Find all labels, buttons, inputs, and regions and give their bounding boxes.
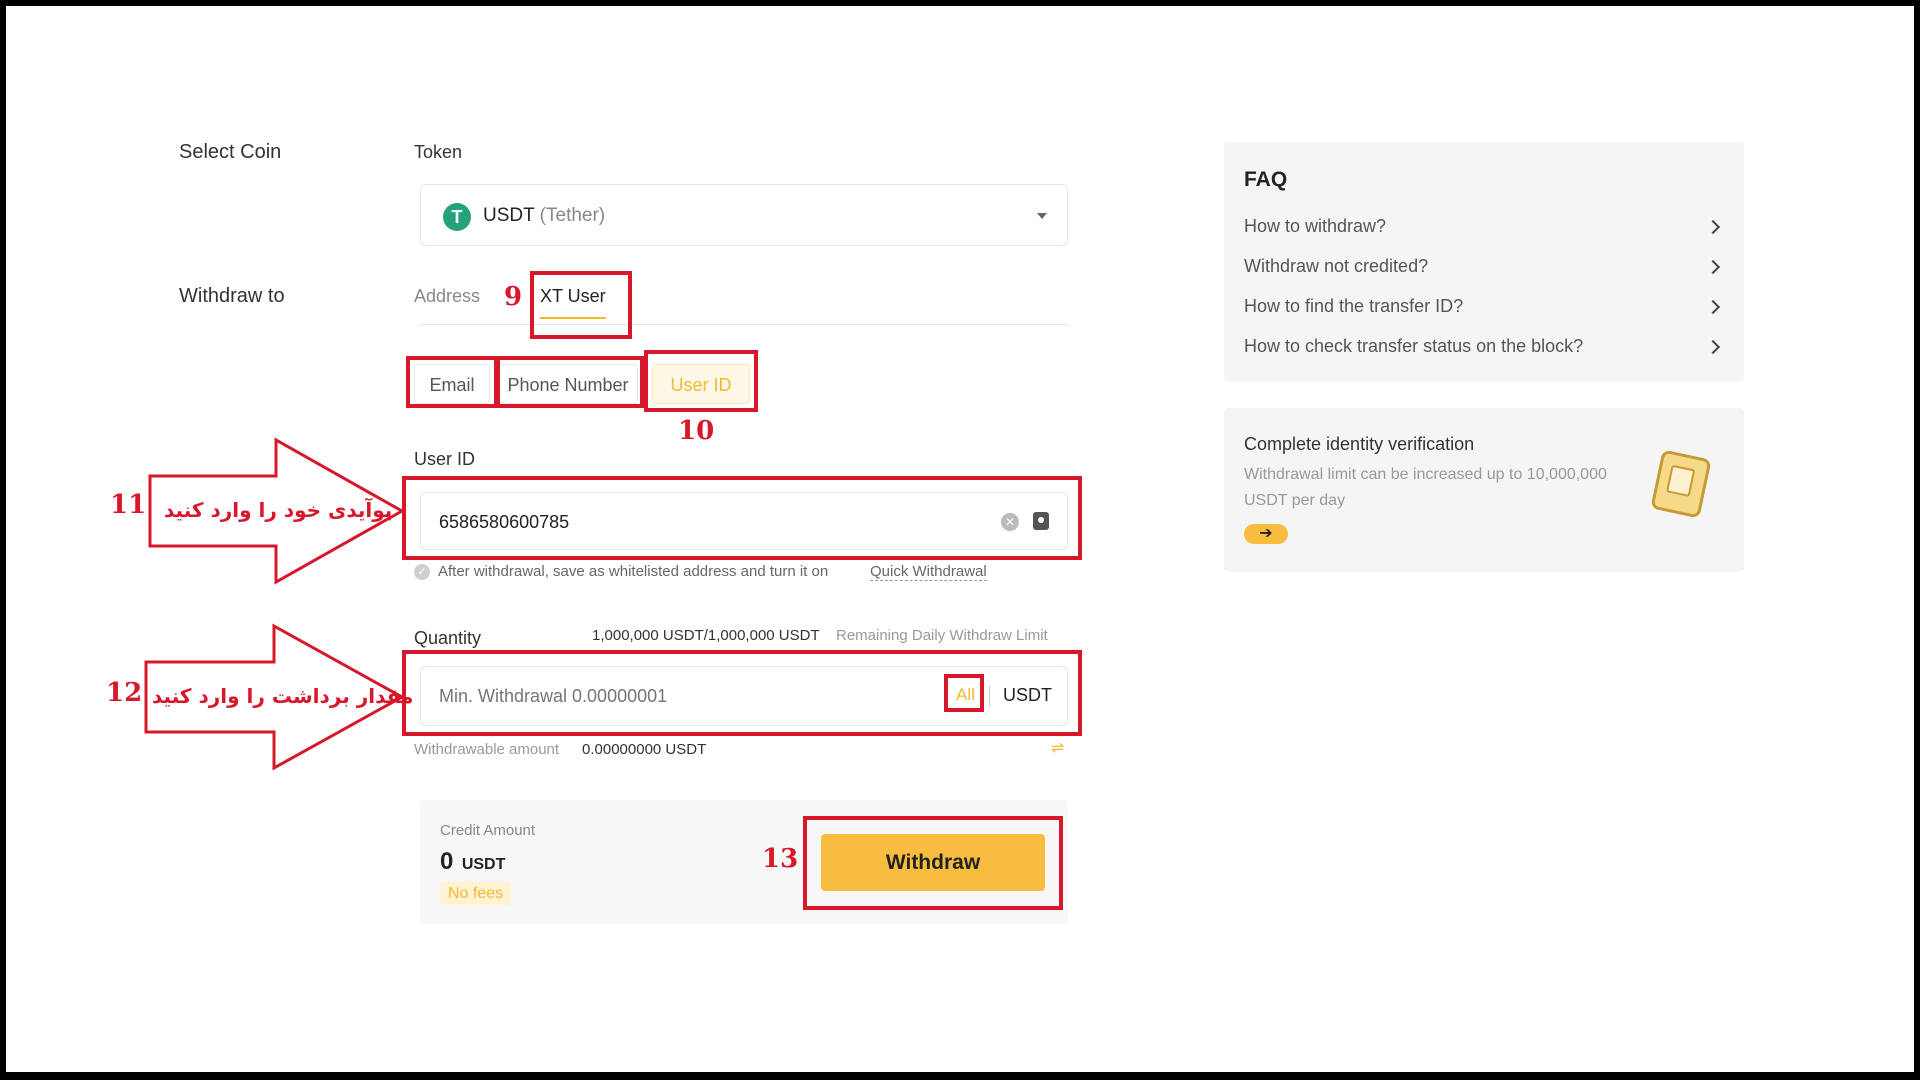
screenshot-frame: Select Coin Token T USDT (Tether) Withdr… bbox=[6, 6, 1914, 1072]
faq-item[interactable]: How to check transfer status on the bloc… bbox=[1244, 332, 1724, 362]
kyc-desc-line1: Withdrawal limit can be increased up to … bbox=[1244, 466, 1607, 483]
withdraw-to-label: Withdraw to bbox=[179, 285, 285, 307]
faq-item-label: How to find the transfer ID? bbox=[1244, 296, 1464, 316]
chevron-down-icon bbox=[1037, 213, 1047, 219]
daily-limit-value: 1,000,000 USDT/1,000,000 USDT bbox=[592, 627, 820, 644]
user-id-label: User ID bbox=[414, 449, 476, 469]
arrow-right-icon[interactable]: ➔ bbox=[1244, 524, 1288, 544]
chevron-right-icon bbox=[1705, 339, 1721, 355]
token-select[interactable]: T USDT (Tether) bbox=[420, 184, 1068, 246]
credit-amount-unit: USDT bbox=[461, 856, 506, 873]
annotation-box-user-id bbox=[644, 350, 758, 412]
swap-icon[interactable]: ⇌ bbox=[1051, 738, 1064, 758]
chevron-right-icon bbox=[1705, 219, 1721, 235]
faq-item[interactable]: How to withdraw? bbox=[1244, 212, 1724, 242]
annotation-box-xt-user bbox=[530, 271, 632, 339]
check-icon[interactable]: ✓ bbox=[414, 564, 430, 580]
annotation-number-10: 10 bbox=[678, 416, 715, 446]
annotation-box-email bbox=[406, 356, 498, 408]
faq-item-label: How to check transfer status on the bloc… bbox=[1244, 336, 1584, 356]
annotation-number-12: 12 bbox=[106, 678, 143, 708]
whitelist-text: After withdrawal, save as whitelisted ad… bbox=[438, 563, 829, 580]
faq-item[interactable]: How to find the transfer ID? bbox=[1244, 292, 1724, 322]
kyc-desc-line2: USDT per day bbox=[1244, 492, 1346, 509]
tab-address[interactable]: Address bbox=[414, 286, 480, 307]
select-coin-label: Select Coin bbox=[179, 141, 282, 163]
faq-panel: FAQ How to withdraw? Withdraw not credit… bbox=[1224, 142, 1744, 382]
identity-verification-panel: Complete identity verification Withdrawa… bbox=[1224, 408, 1744, 572]
annotation-box-withdraw bbox=[803, 816, 1063, 910]
token-fullname: (Tether) bbox=[539, 205, 606, 226]
annotation-box-user-id-input bbox=[402, 476, 1082, 560]
quantity-label: Quantity bbox=[414, 628, 482, 648]
credit-amount: 0 USDT bbox=[440, 848, 505, 876]
quick-withdrawal-link[interactable]: Quick Withdrawal bbox=[870, 563, 987, 581]
faq-item-label: How to withdraw? bbox=[1244, 216, 1387, 236]
tabs-divider bbox=[420, 324, 1068, 325]
credit-amount-label: Credit Amount bbox=[440, 822, 536, 839]
chevron-right-icon bbox=[1705, 259, 1721, 275]
phone-verification-icon bbox=[1650, 449, 1712, 519]
kyc-title: Complete identity verification bbox=[1244, 434, 1475, 454]
credit-amount-value: 0 bbox=[440, 848, 454, 875]
faq-item-label: Withdraw not credited? bbox=[1244, 256, 1429, 276]
annotation-number-13: 13 bbox=[762, 844, 799, 874]
annotation-arrow-11-text: یوآیدی خود را وارد کنید bbox=[164, 498, 393, 522]
chevron-right-icon bbox=[1705, 299, 1721, 315]
token-symbol: USDT bbox=[483, 205, 535, 226]
no-fees-badge: No fees bbox=[440, 882, 512, 906]
annotation-number-9: 9 bbox=[504, 282, 523, 312]
faq-title: FAQ bbox=[1244, 168, 1288, 191]
tether-icon: T bbox=[443, 203, 471, 231]
withdrawable-value: 0.00000000 USDT bbox=[582, 741, 707, 758]
annotation-number-11: 11 bbox=[110, 490, 147, 520]
withdrawable-label: Withdrawable amount bbox=[414, 741, 560, 758]
daily-limit-label: Remaining Daily Withdraw Limit bbox=[836, 627, 1048, 644]
token-label: Token bbox=[414, 142, 463, 162]
faq-item[interactable]: Withdraw not credited? bbox=[1244, 252, 1724, 282]
annotation-box-phone bbox=[496, 356, 644, 408]
token-selected-value: USDT (Tether) bbox=[483, 205, 605, 227]
annotation-box-all bbox=[944, 674, 984, 712]
annotation-arrow-12-text: مقدار برداشت را وارد کنید bbox=[152, 684, 414, 708]
